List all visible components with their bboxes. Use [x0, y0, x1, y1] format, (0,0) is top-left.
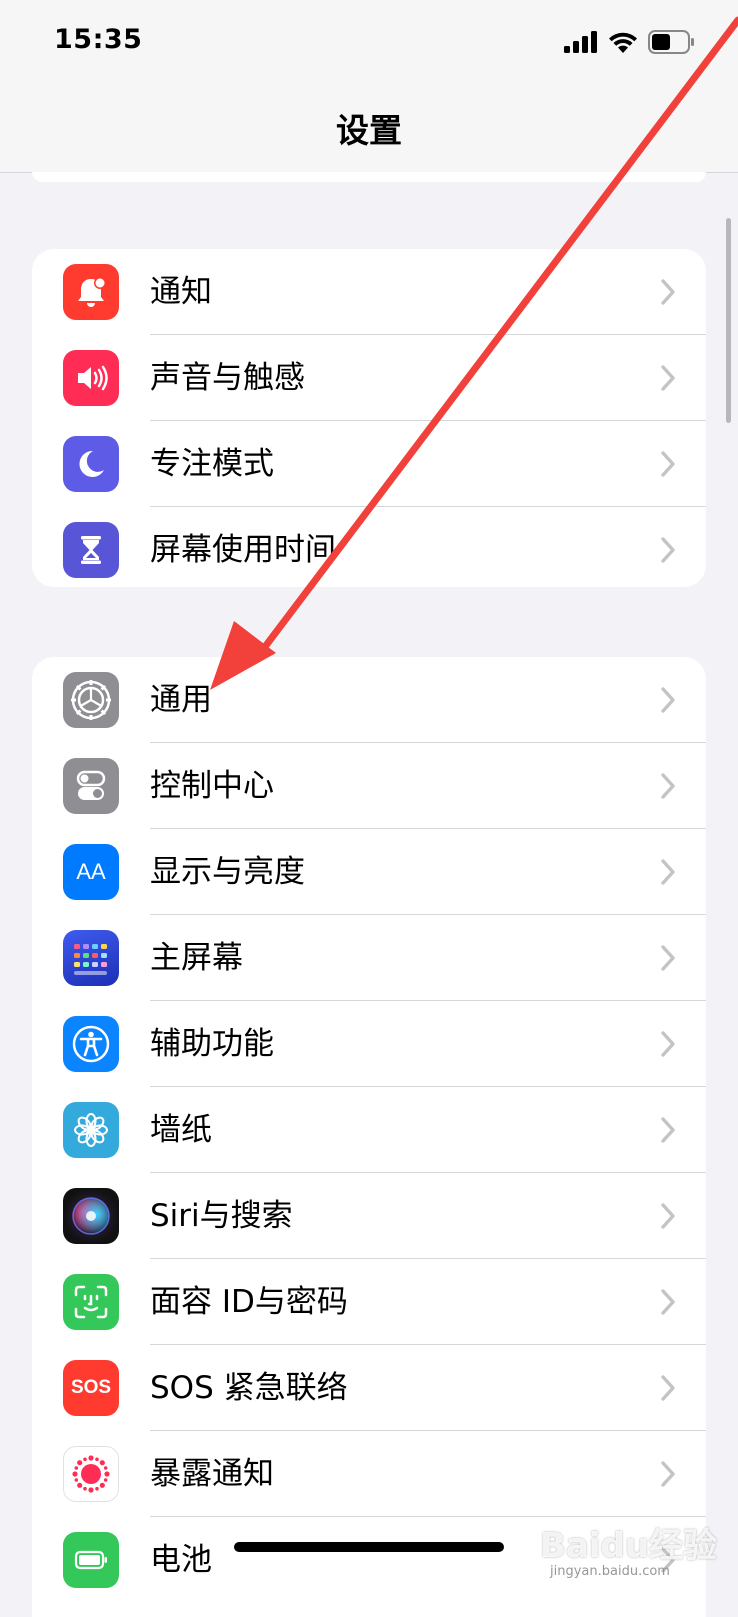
moon-icon: [63, 436, 119, 492]
settings-row-label: 面容 ID与密码: [150, 1284, 348, 1320]
chevron-right-icon: [661, 451, 675, 477]
watermark-subtext: jingyan.baidu.com: [550, 1564, 670, 1579]
settings-row-label: 电池: [150, 1542, 212, 1578]
accessibility-icon: [63, 1016, 119, 1072]
settings-row-control-center[interactable]: 控制中心: [32, 743, 706, 829]
settings-row-label: 声音与触感: [150, 360, 305, 396]
chevron-right-icon: [661, 859, 675, 885]
sound-icon: [63, 350, 119, 406]
battery-icon: [648, 30, 694, 54]
chevron-right-icon: [661, 1031, 675, 1057]
page-title: 设置: [336, 111, 402, 150]
settings-row-label: 显示与亮度: [150, 854, 305, 890]
settings-row-label: SOS 紧急联络: [150, 1370, 348, 1406]
chevron-right-icon: [661, 1375, 675, 1401]
settings-row-notifications[interactable]: 通知: [32, 249, 706, 335]
chevron-right-icon: [661, 365, 675, 391]
chevron-right-icon: [661, 687, 675, 713]
hourglass-icon: [63, 522, 119, 578]
home-screen-grid-icon: [63, 930, 119, 986]
settings-row-home-screen[interactable]: 主屏幕: [32, 915, 706, 1001]
status-icons: [564, 30, 694, 54]
settings-row-sos[interactable]: SOS SOS 紧急联络: [32, 1345, 706, 1431]
chevron-right-icon: [661, 537, 675, 563]
cellular-signal-icon: [564, 31, 597, 53]
settings-row-label: 控制中心: [150, 768, 274, 804]
settings-row-accessibility[interactable]: 辅助功能: [32, 1001, 706, 1087]
sos-icon: SOS: [63, 1360, 119, 1416]
settings-row-label: 主屏幕: [150, 940, 243, 976]
battery-settings-icon: [63, 1532, 119, 1588]
chevron-right-icon: [661, 945, 675, 971]
chevron-right-icon: [661, 1117, 675, 1143]
settings-row-screen-time[interactable]: 屏幕使用时间: [32, 507, 706, 587]
exposure-notification-icon: [63, 1446, 119, 1502]
gear-icon: [63, 672, 119, 728]
previous-group-edge: [32, 172, 706, 182]
settings-row-label: 专注模式: [150, 446, 274, 482]
settings-row-label: 墙纸: [150, 1112, 212, 1148]
scroll-indicator[interactable]: [726, 218, 731, 423]
chevron-right-icon: [661, 279, 675, 305]
flower-icon: [63, 1102, 119, 1158]
settings-row-focus[interactable]: 专注模式: [32, 421, 706, 507]
settings-row-label: 辅助功能: [150, 1026, 274, 1062]
settings-row-wallpaper[interactable]: 墙纸: [32, 1087, 706, 1173]
settings-row-label: 通用: [150, 682, 212, 718]
watermark-text: Baidu经验: [540, 1526, 718, 1566]
wifi-icon: [609, 32, 637, 53]
settings-row-label: 通知: [150, 274, 212, 310]
settings-row-siri[interactable]: Siri与搜索: [32, 1173, 706, 1259]
settings-row-sounds[interactable]: 声音与触感: [32, 335, 706, 421]
sos-glyph: SOS: [70, 1377, 112, 1398]
home-indicator[interactable]: [234, 1542, 504, 1552]
watermark: Baidu经验 jingyan.baidu.com: [540, 1500, 730, 1590]
settings-row-general[interactable]: 通用: [32, 657, 706, 743]
face-id-icon: [63, 1274, 119, 1330]
text-size-glyph: AA: [76, 859, 106, 884]
siri-icon: [63, 1188, 119, 1244]
chevron-right-icon: [661, 1461, 675, 1487]
settings-row-label: Siri与搜索: [150, 1198, 293, 1234]
chevron-right-icon: [661, 1289, 675, 1315]
status-bar: 15:35: [0, 0, 738, 90]
status-time: 15:35: [54, 24, 143, 55]
toggles-icon: [63, 758, 119, 814]
settings-group-2: 通用 控制中心 AA 显示与亮度 主屏幕 辅助功能 墙纸 Siri与搜索 面容 …: [32, 657, 706, 1617]
settings-row-face-id[interactable]: 面容 ID与密码: [32, 1259, 706, 1345]
settings-group-1: 通知 声音与触感 专注模式 屏幕使用时间: [32, 249, 706, 587]
chevron-right-icon: [661, 773, 675, 799]
chevron-right-icon: [661, 1203, 675, 1229]
settings-row-label: 暴露通知: [150, 1456, 274, 1492]
notifications-icon: [63, 264, 119, 320]
text-size-icon: AA: [63, 844, 119, 900]
settings-row-display[interactable]: AA 显示与亮度: [32, 829, 706, 915]
settings-row-label: 屏幕使用时间: [150, 532, 336, 568]
